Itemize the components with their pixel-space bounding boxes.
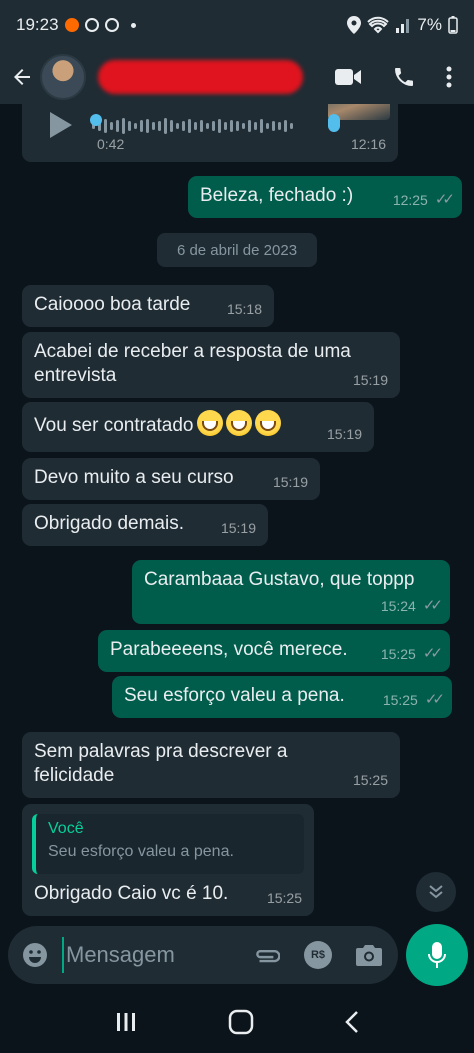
notification-icon [64, 18, 79, 32]
status-bar: 19:23 7% [0, 0, 474, 50]
message-input[interactable] [62, 937, 222, 973]
attach-icon[interactable] [254, 941, 280, 969]
back-arrow-icon [14, 69, 30, 85]
voice-progress-knob[interactable] [90, 114, 102, 126]
message-incoming[interactable]: Vou ser contratado 15:19 [22, 402, 374, 452]
message-text: Obrigado Caio vc é 10. [34, 883, 229, 904]
grin-emoji-icon [196, 410, 223, 436]
message-time: 15:25 [266, 890, 302, 906]
chat-header [0, 50, 474, 104]
play-icon[interactable] [50, 112, 72, 138]
message-outgoing[interactable]: Seu esforço valeu a pena. 15:25 ✓✓ [112, 676, 452, 718]
message-time: 15:25 [380, 646, 416, 662]
nav-back-icon[interactable] [344, 1010, 359, 1034]
location-icon [347, 16, 362, 34]
message-text: Parabeeeens, você merece. [110, 639, 348, 660]
battery-percent: 7% [417, 15, 442, 34]
scroll-to-bottom-button[interactable] [416, 872, 456, 912]
chat-messages[interactable]: 0:42 12:16 Beleza, fechado :) 12:25 ✓✓ 6 … [0, 104, 474, 990]
message-text: Vou ser contratado [34, 415, 194, 436]
reply-quote[interactable]: Você Seu esforço valeu a pena. [32, 814, 304, 874]
battery-icon [448, 16, 458, 34]
message-time: 12:25 [392, 192, 428, 208]
voice-duration: 0:42 [97, 136, 125, 152]
message-incoming[interactable]: Obrigado demais. 15:19 [22, 504, 268, 546]
more-notifications-dot [130, 22, 136, 28]
message-text: Seu esforço valeu a pena. [124, 685, 345, 706]
message-incoming[interactable]: Sem palavras pra descrever a felicidade … [22, 732, 400, 798]
more-vert-icon[interactable] [446, 66, 452, 88]
camera-icon[interactable] [356, 944, 382, 966]
message-text: Caioooo boa tarde [34, 294, 191, 315]
phone-icon[interactable] [392, 65, 416, 89]
contact-avatar[interactable] [40, 54, 86, 100]
grin-emoji-icon [225, 410, 252, 436]
message-time: 15:19 [220, 520, 256, 536]
notification-icon-b [104, 18, 119, 32]
voice-record-button[interactable] [406, 924, 468, 986]
message-incoming[interactable]: Acabei de receber a resposta de uma entr… [22, 332, 400, 398]
mic-icon [328, 114, 340, 132]
chevron-down-icon [429, 885, 443, 899]
message-time: 15:18 [226, 301, 262, 317]
message-time: 15:19 [272, 474, 308, 490]
message-time: 12:16 [350, 136, 386, 152]
voice-message[interactable]: 0:42 12:16 [22, 104, 398, 162]
double-check-icon: ✓✓ [434, 191, 455, 208]
instagram-icon [84, 18, 99, 32]
grin-emoji-icon [254, 410, 281, 436]
voice-waveform[interactable] [92, 118, 312, 134]
compose-bar: R$ [0, 916, 474, 990]
compose-pill: R$ [8, 926, 398, 984]
message-text: Carambaaa Gustavo, que toppp [144, 569, 415, 590]
message-incoming[interactable]: Caioooo boa tarde 15:18 [22, 285, 274, 327]
message-outgoing[interactable]: Beleza, fechado :) 12:25 ✓✓ [188, 176, 462, 218]
message-outgoing[interactable]: Carambaaa Gustavo, que toppp 15:24 ✓✓ [132, 560, 450, 624]
recents-icon[interactable] [115, 1011, 137, 1033]
message-time: 15:24 [380, 598, 416, 614]
message-text: Acabei de receber a resposta de uma entr… [34, 341, 351, 386]
wifi-icon [367, 16, 390, 34]
video-call-icon[interactable] [334, 67, 362, 87]
message-time: 15:19 [352, 372, 388, 388]
status-time: 19:23 [16, 15, 59, 34]
signal-icon [396, 19, 410, 33]
quote-text: Seu esforço valeu a pena. [48, 843, 234, 860]
message-text: Sem palavras pra descrever a felicidade [34, 741, 288, 786]
message-incoming-reply[interactable]: Você Seu esforço valeu a pena. Obrigado … [22, 804, 314, 916]
message-time: 15:25 [352, 772, 388, 788]
home-icon[interactable] [228, 1009, 254, 1035]
message-incoming[interactable]: Devo muito a seu curso 15:19 [22, 458, 320, 500]
double-check-icon: ✓✓ [422, 645, 443, 662]
message-time: 15:19 [326, 426, 362, 442]
emoji-icon[interactable] [22, 942, 48, 968]
date-separator: 6 de abril de 2023 [157, 233, 317, 267]
double-check-icon: ✓✓ [424, 691, 445, 708]
message-time: 15:25 [382, 692, 418, 708]
payment-icon[interactable]: R$ [304, 941, 332, 969]
message-text: Obrigado demais. [34, 513, 184, 534]
quote-author: Você [48, 820, 84, 837]
mic-icon [428, 942, 446, 968]
system-nav-bar [0, 990, 474, 1053]
message-text: Beleza, fechado :) [200, 185, 354, 206]
message-text: Devo muito a seu curso [34, 467, 234, 488]
double-check-icon: ✓✓ [422, 597, 443, 614]
back-button[interactable] [4, 50, 40, 104]
contact-name-redacted[interactable] [98, 60, 303, 94]
message-outgoing[interactable]: Parabeeeens, você merece. 15:25 ✓✓ [98, 630, 450, 672]
